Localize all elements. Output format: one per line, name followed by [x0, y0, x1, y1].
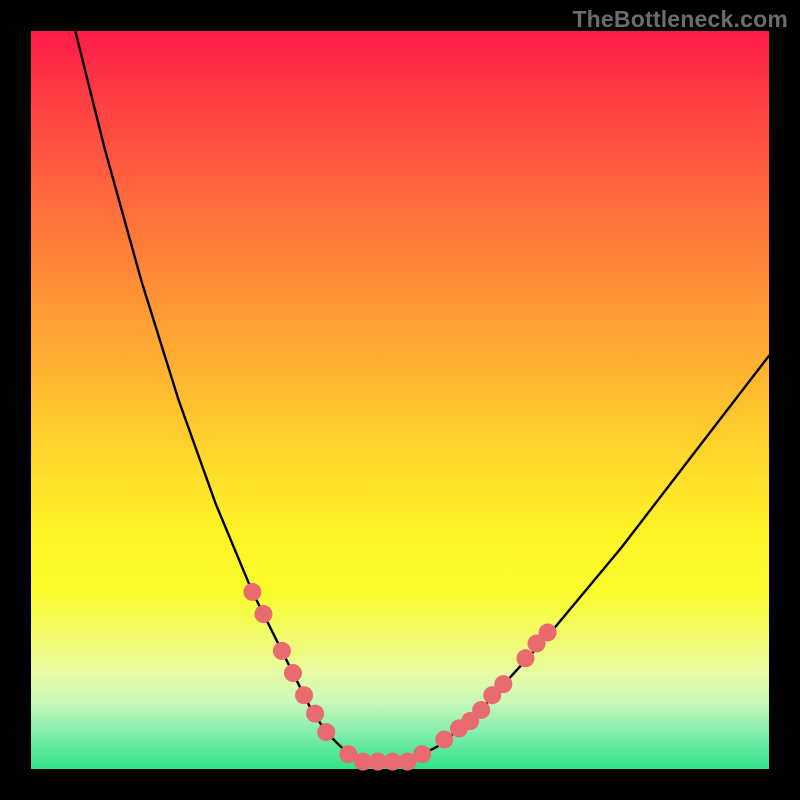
curve-marker — [273, 642, 291, 660]
curve-marker — [243, 583, 261, 601]
watermark-text: TheBottleneck.com — [572, 6, 788, 33]
curve-marker — [306, 705, 324, 723]
curve-marker — [413, 745, 431, 763]
curve-marker — [295, 686, 313, 704]
curve-marker — [472, 701, 490, 719]
curve-marker — [317, 723, 335, 741]
curve-marker — [254, 605, 272, 623]
curve-marker — [435, 730, 453, 748]
chart-frame: TheBottleneck.com — [0, 0, 800, 800]
curve-marker — [284, 664, 302, 682]
curve-marker — [516, 649, 534, 667]
plot-area — [31, 31, 769, 769]
curve-marker — [494, 675, 512, 693]
curve-marker — [539, 623, 557, 641]
bottleneck-curve — [75, 31, 769, 762]
curve-svg — [31, 31, 769, 769]
